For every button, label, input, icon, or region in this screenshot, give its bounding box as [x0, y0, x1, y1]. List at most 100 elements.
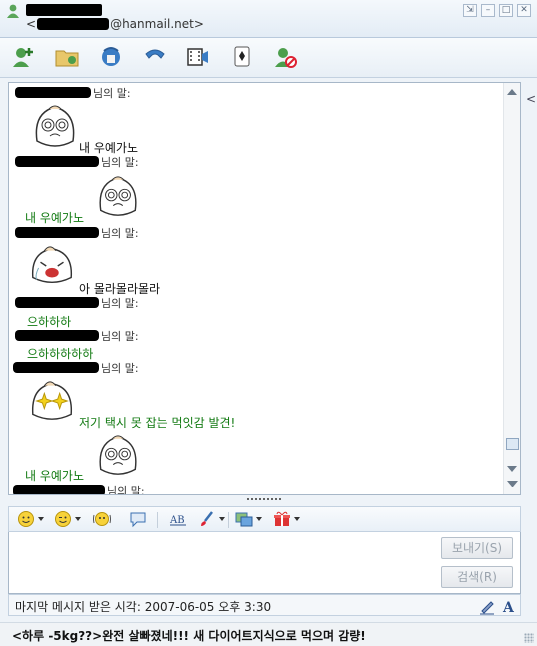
speech-bubble-button[interactable] [129, 510, 147, 528]
message-text: 내 우예가노 [25, 469, 85, 483]
add-friend-icon [13, 48, 33, 67]
brush-icon [201, 511, 213, 526]
input-toolbar: AB [8, 506, 521, 532]
film-icon [187, 48, 208, 66]
toolbar-divider [157, 512, 158, 528]
search-button[interactable]: 검색(R) [441, 566, 513, 588]
redacted-sender [15, 297, 99, 308]
redacted-sender [13, 362, 99, 373]
wink-face-icon [55, 511, 71, 527]
scroll-to-end-icon[interactable] [507, 481, 518, 488]
redacted-sender [15, 227, 99, 238]
speech-bubble-icon [130, 512, 146, 528]
pen-icon[interactable] [478, 597, 496, 615]
restore-window-button[interactable]: ⇲ [463, 4, 477, 17]
last-message-time: 마지막 메시지 받은 시각: 2007-06-05 오후 3:30 [15, 600, 272, 614]
chat-history[interactable]: 님의 말: 내 우예가노 님의 말: 내 우예가노 님의 말: 아 몰라몰라몰라… [8, 82, 521, 495]
message-header-label: 님의 말: [101, 361, 139, 375]
redacted-email-user [37, 18, 110, 30]
gift-icon [274, 511, 290, 526]
message-text: 으하하하하하 [27, 347, 94, 361]
chat-scrollbar[interactable] [503, 83, 520, 494]
message-input[interactable]: 보내기(S) 검색(R) [8, 532, 521, 594]
scroll-up-arrow-icon[interactable] [507, 89, 517, 95]
message-header: 님의 말: [15, 296, 139, 310]
message-header: 님의 말: [15, 329, 139, 343]
background-brush-button[interactable] [198, 510, 225, 528]
window-skin-icon [235, 512, 253, 527]
file-share-button[interactable] [98, 44, 124, 70]
share-icon [102, 47, 120, 66]
svg-text:AB: AB [169, 515, 185, 526]
redacted-sender [13, 485, 105, 494]
message-header: 님의 말: [15, 86, 131, 100]
block-user-icon [275, 48, 297, 68]
window-skin-button[interactable] [235, 510, 262, 528]
gift-button[interactable] [273, 510, 300, 528]
send-button[interactable]: 보내기(S) [441, 537, 513, 559]
ad-link[interactable]: <하루 -5kg??>완전 살빠졌네!!! 새 다이어트지식으로 먹으며 감량! [12, 627, 366, 644]
sparkle-eyes-emoticon-icon [31, 381, 73, 420]
contact-email: < @hanmail.net> [26, 17, 204, 31]
email-domain: @hanmail.net> [110, 17, 204, 31]
message-header-label: 님의 말: [107, 484, 145, 495]
title-bar: < @hanmail.net> ⇲ – □ ✕ [0, 0, 537, 38]
video-call-button[interactable] [185, 44, 211, 70]
messenger-logo-icon [7, 4, 19, 18]
close-button[interactable]: ✕ [517, 4, 531, 17]
message-header: 님의 말: [15, 155, 139, 169]
toolbar-divider [228, 512, 229, 528]
message-header-label: 님의 말: [101, 329, 139, 343]
chevron-down-icon [256, 517, 262, 521]
file-transfer-button[interactable] [54, 44, 80, 70]
font-style-button[interactable]: AB [169, 510, 187, 528]
bottom-ad-bar: <하루 -5kg??>완전 살빠졌네!!! 새 다이어트지식으로 먹으며 감량! [0, 622, 537, 646]
redacted-name [26, 4, 102, 16]
scroll-down-arrow-icon[interactable] [507, 466, 517, 472]
main-toolbar [0, 38, 537, 78]
pane-splitter-handle[interactable] [246, 497, 282, 501]
chevron-down-icon [75, 517, 81, 521]
minimize-button[interactable]: – [481, 4, 495, 17]
card-game-icon [234, 46, 250, 67]
message-header: 님의 말: [15, 226, 139, 240]
resize-grip[interactable] [524, 633, 534, 643]
crying-face-emoticon-icon [31, 246, 73, 284]
message-text: 저기 택시 못 잡는 먹잇감 발견! [79, 416, 236, 430]
add-friend-button[interactable] [11, 44, 37, 70]
svg-text:A: A [502, 600, 515, 615]
animated-emoticon-button[interactable] [54, 510, 81, 528]
message-header: 님의 말: [13, 361, 139, 375]
message-text: 으하하하 [27, 315, 72, 329]
scroll-thumb[interactable] [506, 438, 519, 450]
message-header-label: 님의 말: [101, 226, 139, 240]
message-text: 내 우예가노 [25, 211, 85, 225]
redacted-sender [15, 87, 91, 98]
status-bar: 마지막 메시지 받은 시각: 2007-06-05 오후 3:30 A [8, 594, 521, 616]
nudge-button[interactable] [93, 510, 111, 528]
voice-call-button[interactable] [142, 44, 168, 70]
phone-icon [145, 49, 165, 59]
font-icon[interactable]: A [500, 597, 518, 615]
message-header-label: 님의 말: [101, 155, 139, 169]
chevron-down-icon [38, 517, 44, 521]
dizzy-face-emoticon-icon [99, 176, 137, 216]
dizzy-face-emoticon-icon [35, 105, 75, 147]
smiley-icon [18, 511, 34, 527]
chevron-down-icon [219, 517, 225, 521]
side-panel-toggle[interactable]: < [525, 88, 537, 110]
font-style-icon: AB [169, 515, 186, 526]
message-header: 님의 말: [13, 484, 145, 495]
block-user-button[interactable] [273, 44, 299, 70]
redacted-sender [15, 156, 99, 167]
dizzy-face-emoticon-icon [99, 435, 137, 475]
chevron-down-icon [294, 517, 300, 521]
redacted-sender [15, 330, 99, 341]
message-header-label: 님의 말: [101, 296, 139, 310]
game-button[interactable] [229, 44, 255, 70]
shake-face-icon [93, 512, 111, 526]
emoticon-button[interactable] [17, 510, 44, 528]
maximize-button[interactable]: □ [499, 4, 513, 17]
email-prefix: < [26, 17, 37, 31]
message-header-label: 님의 말: [93, 86, 131, 100]
